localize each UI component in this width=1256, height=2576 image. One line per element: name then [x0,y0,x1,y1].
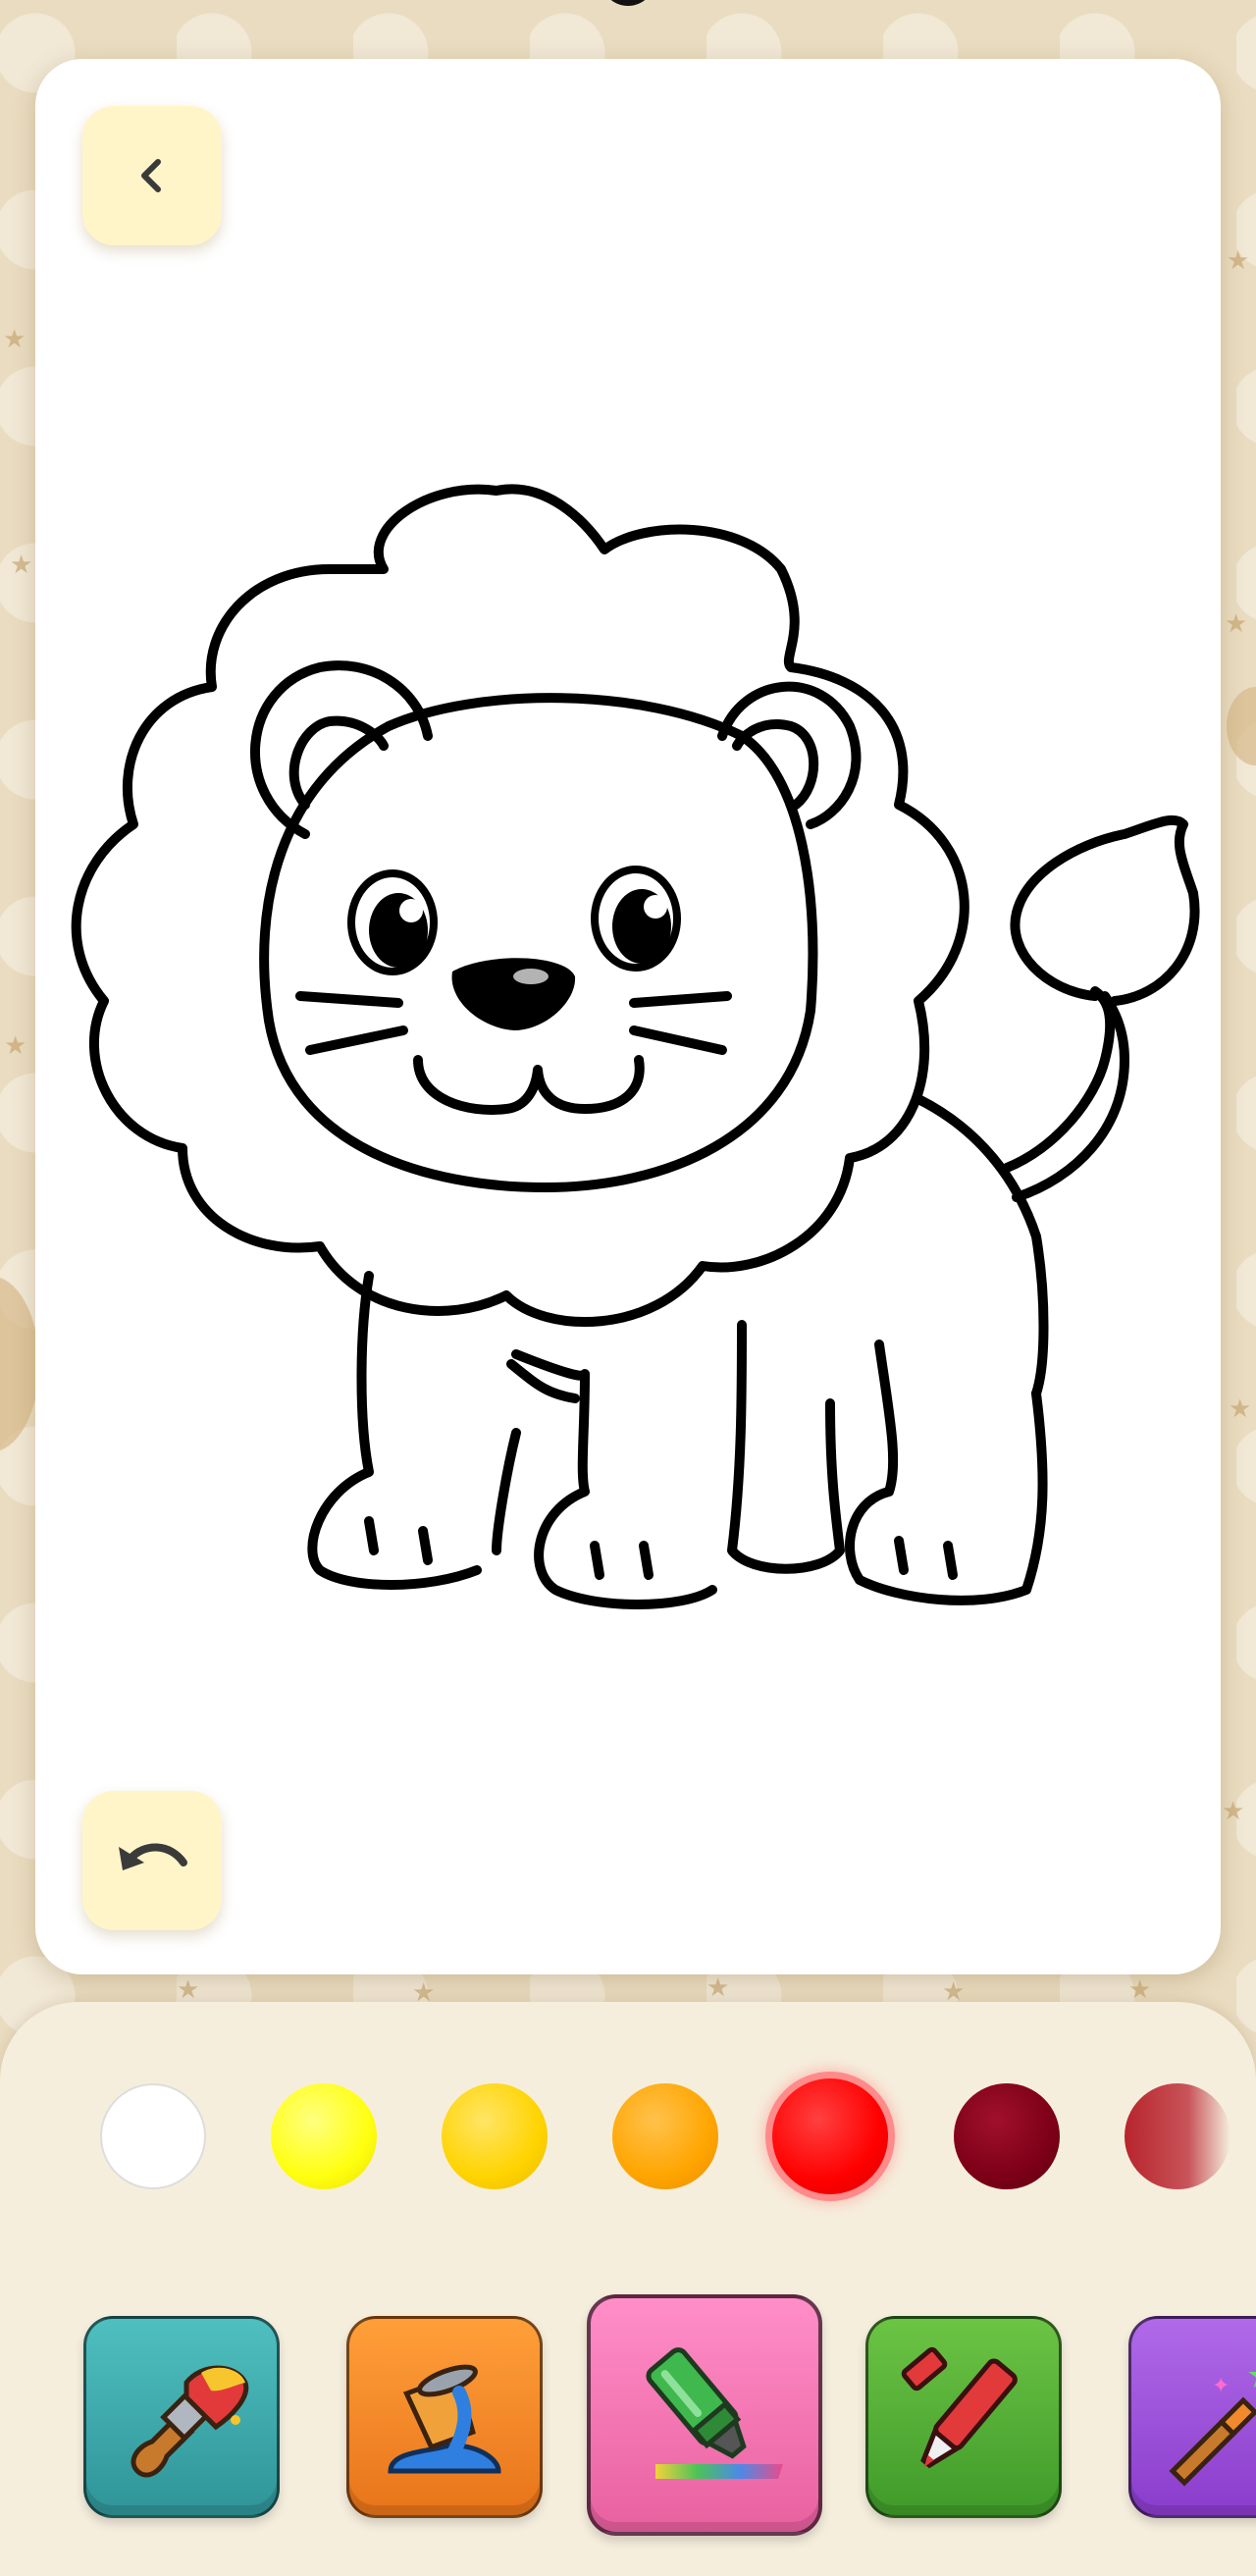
paint-brush-tool[interactable] [83,2316,280,2518]
color-swatch-maroon[interactable] [954,2083,1060,2189]
undo-button[interactable] [82,1791,222,1930]
back-button[interactable] [82,106,222,245]
drawing-canvas[interactable] [35,59,1221,1974]
undo-icon [119,1843,187,1870]
marker-tool[interactable] [865,2316,1062,2518]
magic-brush-tool[interactable]: ★ ✦ ✦ [1128,2316,1256,2518]
highlighter-icon [646,2347,783,2479]
lion-outline-drawing[interactable] [35,59,1221,1974]
toolbar-panel: ★ ✦ ✦ [0,2002,1256,2576]
svg-text:★: ★ [1246,2356,1256,2396]
marker-icon [901,2346,1018,2469]
color-swatch-crimson[interactable] [1125,2083,1230,2189]
color-swatch-orange[interactable] [612,2083,718,2189]
magic-brush-icon: ★ ✦ ✦ [1169,2356,1256,2487]
background-blob [1227,687,1256,765]
background-blob [0,1276,39,1452]
paint-bucket-tool[interactable] [346,2316,543,2518]
paint-bucket-icon [388,2364,501,2474]
color-swatch-red[interactable] [765,2072,895,2201]
camera-notch [601,0,655,6]
svg-text:✦: ✦ [1212,2374,1230,2398]
paint-brush-icon [131,2365,249,2478]
highlighter-tool[interactable] [587,2294,822,2536]
color-swatch-yellow[interactable] [271,2083,377,2189]
color-swatch-white[interactable] [100,2083,206,2189]
color-swatch-gold[interactable] [442,2083,548,2189]
chevron-left-icon [141,159,161,192]
